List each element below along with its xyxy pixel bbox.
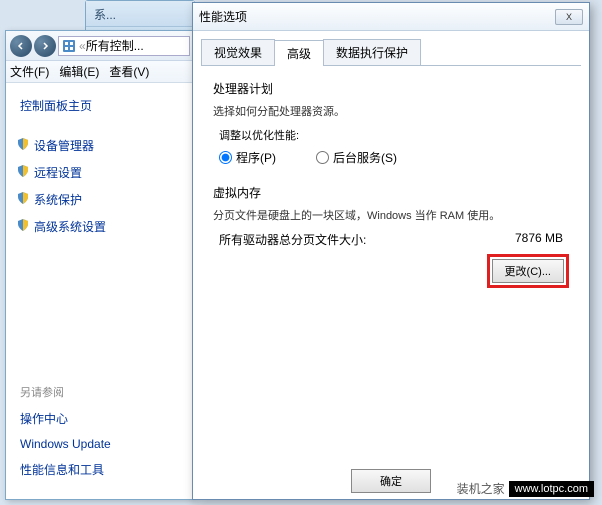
vm-size-row: 所有驱动器总分页文件大小: 7876 MB: [219, 231, 563, 248]
tab-advanced[interactable]: 高级: [274, 40, 324, 66]
sidebar-home[interactable]: 控制面板主页: [6, 93, 194, 118]
sched-subtitle: 调整以优化性能:: [219, 127, 569, 143]
tab-visual-effects[interactable]: 视觉效果: [201, 39, 275, 65]
vm-group: 虚拟内存 分页文件是硬盘上的一块区域，Windows 当作 RAM 使用。 所有…: [213, 184, 569, 288]
sidebar-item-label: 系统保护: [34, 193, 82, 207]
radio-label: 程序(P): [236, 149, 276, 166]
radio-programs[interactable]: 程序(P): [219, 149, 276, 166]
ok-button[interactable]: 确定: [351, 469, 431, 493]
control-panel-icon: [62, 39, 76, 53]
sched-title: 处理器计划: [213, 80, 569, 97]
close-button[interactable]: X: [555, 9, 583, 25]
breadcrumb-text: 所有控制...: [86, 37, 144, 54]
bg-title: 系...: [86, 1, 194, 27]
nav-bar: « 所有控制...: [6, 31, 194, 61]
radio-services[interactable]: 后台服务(S): [316, 149, 397, 166]
menu-view[interactable]: 查看(V): [109, 63, 149, 80]
link-windows-update[interactable]: Windows Update: [6, 431, 194, 455]
vm-desc: 分页文件是硬盘上的一块区域，Windows 当作 RAM 使用。: [213, 207, 569, 223]
sidebar-item-protection[interactable]: 系统保护: [6, 186, 194, 213]
watermark-url: www.lotpc.com: [509, 481, 594, 497]
arrow-right-icon: [41, 42, 49, 50]
breadcrumb[interactable]: « 所有控制...: [58, 36, 190, 56]
menu-bar: 文件(F) 编辑(E) 查看(V): [6, 61, 194, 83]
link-perf-info[interactable]: 性能信息和工具: [6, 455, 194, 482]
tab-dep[interactable]: 数据执行保护: [323, 39, 421, 65]
sched-desc: 选择如何分配处理器资源。: [213, 103, 569, 119]
performance-options-dialog: 性能选项 X 视觉效果 高级 数据执行保护 处理器计划 选择如何分配处理器资源。…: [192, 2, 590, 500]
tab-strip: 视觉效果 高级 数据执行保护: [201, 39, 581, 66]
vm-title: 虚拟内存: [213, 184, 569, 201]
sidebar-item-advanced[interactable]: 高级系统设置: [6, 213, 194, 240]
sched-radios: 程序(P) 后台服务(S): [219, 149, 569, 166]
window-controls: X: [555, 9, 583, 25]
sidebar-item-label: 设备管理器: [34, 139, 94, 153]
forward-button[interactable]: [34, 35, 56, 57]
title-bar: 性能选项 X: [193, 3, 589, 31]
sidebar-item-label: 远程设置: [34, 166, 82, 180]
back-button[interactable]: [10, 35, 32, 57]
link-action-center[interactable]: 操作中心: [6, 404, 194, 431]
sidebar: 控制面板主页 设备管理器 远程设置 系统保护 高级系统设置 另请参阅 操作中心 …: [6, 83, 194, 492]
menu-file[interactable]: 文件(F): [10, 63, 49, 80]
watermark: 装机之家 www.lotpc.com: [457, 480, 594, 497]
change-button[interactable]: 更改(C)...: [492, 259, 564, 283]
see-also-header: 另请参阅: [6, 380, 194, 404]
highlight-box: 更改(C)...: [487, 254, 569, 288]
shield-icon: [16, 164, 30, 178]
shield-icon: [16, 191, 30, 205]
dialog-title: 性能选项: [199, 8, 247, 25]
radio-label: 后台服务(S): [333, 149, 397, 166]
explorer-window: « 所有控制... 文件(F) 编辑(E) 查看(V) 控制面板主页 设备管理器…: [5, 30, 195, 500]
tab-pane: 处理器计划 选择如何分配处理器资源。 调整以优化性能: 程序(P) 后台服务(S…: [193, 66, 589, 320]
scheduling-group: 处理器计划 选择如何分配处理器资源。 调整以优化性能: 程序(P) 后台服务(S…: [213, 80, 569, 166]
vm-size-label: 所有驱动器总分页文件大小:: [219, 231, 366, 248]
vm-size-value: 7876 MB: [515, 231, 563, 248]
arrow-left-icon: [17, 42, 25, 50]
shield-icon: [16, 218, 30, 232]
sidebar-item-label: 高级系统设置: [34, 220, 106, 234]
sidebar-item-remote[interactable]: 远程设置: [6, 159, 194, 186]
shield-icon: [16, 137, 30, 151]
radio-programs-input[interactable]: [219, 151, 232, 164]
watermark-text: 装机之家: [457, 480, 505, 497]
menu-edit[interactable]: 编辑(E): [59, 63, 99, 80]
sidebar-item-device-manager[interactable]: 设备管理器: [6, 132, 194, 159]
radio-services-input[interactable]: [316, 151, 329, 164]
